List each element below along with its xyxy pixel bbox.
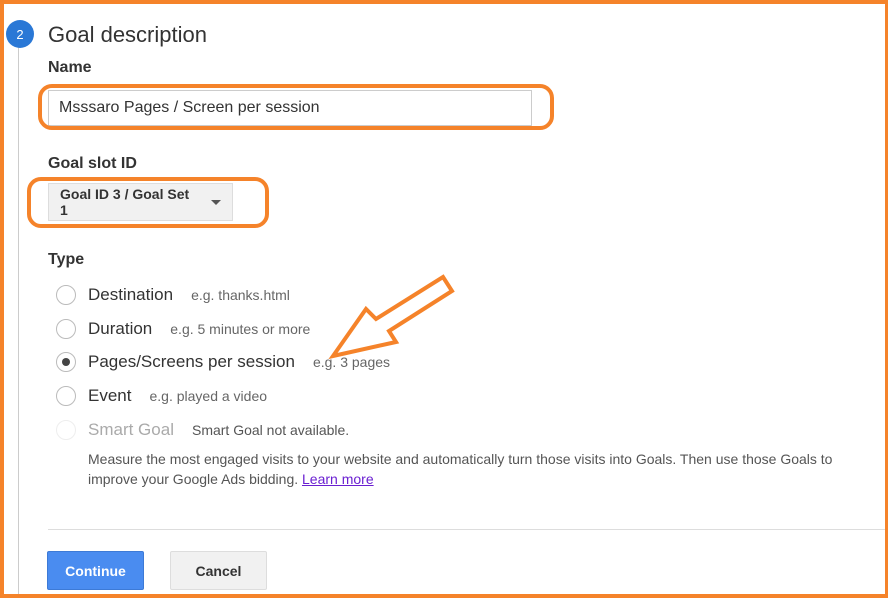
annotation-arrow-icon [328, 274, 455, 360]
